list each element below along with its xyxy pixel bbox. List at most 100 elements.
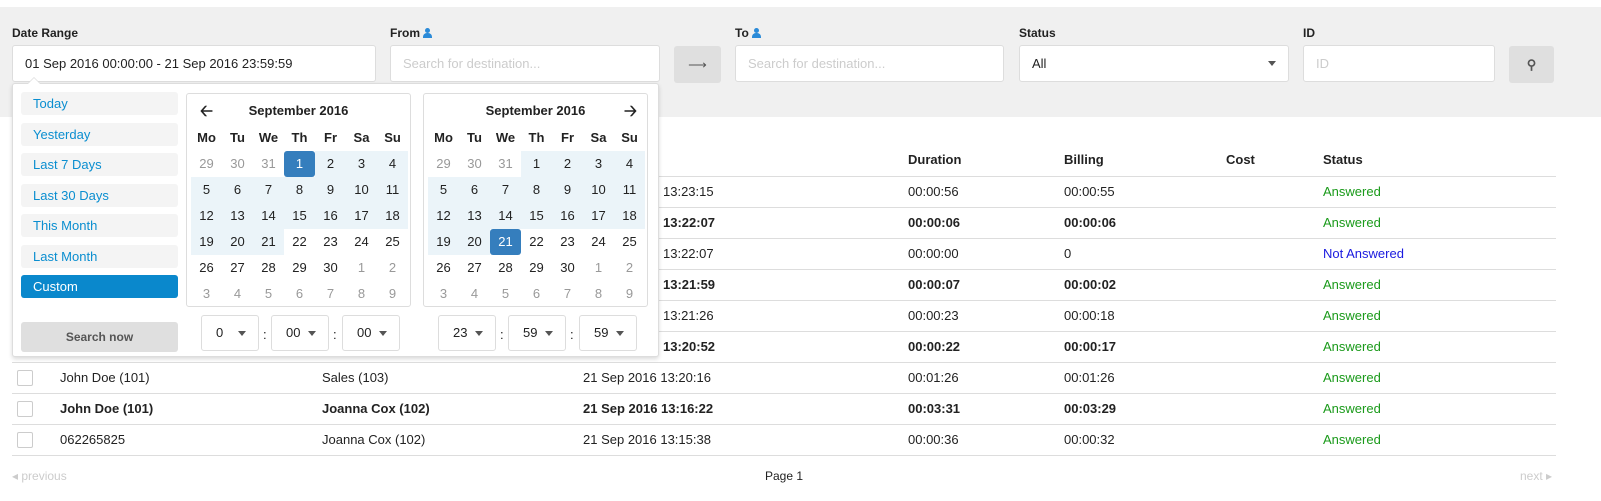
calendar-day[interactable]: 24 <box>583 229 614 255</box>
calendar-day[interactable]: 9 <box>377 281 408 307</box>
status-select[interactable]: All <box>1019 45 1289 82</box>
range-last-30-days[interactable]: Last 30 Days <box>21 183 178 207</box>
calendar-day[interactable]: 2 <box>377 255 408 281</box>
calendar-day[interactable]: 30 <box>552 255 583 281</box>
calendar-day[interactable]: 17 <box>583 203 614 229</box>
calendar-day[interactable]: 13 <box>222 203 253 229</box>
calendar-day[interactable]: 4 <box>377 151 408 177</box>
range-today[interactable]: Today <box>21 92 178 115</box>
calendar-day[interactable]: 11 <box>377 177 408 203</box>
calendar-day[interactable]: 19 <box>191 229 222 255</box>
calendar-day[interactable]: 18 <box>377 203 408 229</box>
calendar-day[interactable]: 3 <box>428 281 459 307</box>
calendar-day[interactable]: 22 <box>284 229 315 255</box>
header-duration[interactable]: Duration <box>908 143 1064 177</box>
calendar-day[interactable]: 29 <box>521 255 552 281</box>
row-checkbox[interactable] <box>17 369 33 386</box>
calendar-day[interactable]: 6 <box>222 177 253 203</box>
calendar-day[interactable]: 27 <box>459 255 490 281</box>
calendar-day[interactable]: 8 <box>583 281 614 307</box>
calendar-day[interactable]: 30 <box>315 255 346 281</box>
id-input[interactable]: ID <box>1303 45 1495 82</box>
calendar-day[interactable]: 21 <box>253 229 284 255</box>
calendar-day[interactable]: 25 <box>614 229 645 255</box>
table-row[interactable]: John Doe (101) Sales (103) 21 Sep 2016 1… <box>12 362 1556 394</box>
end-hour-select[interactable]: 23 <box>438 315 496 351</box>
calendar-day[interactable]: 20 <box>222 229 253 255</box>
calendar-day[interactable]: 2 <box>315 151 346 177</box>
calendar-day[interactable]: 3 <box>583 151 614 177</box>
calendar-day[interactable]: 18 <box>614 203 645 229</box>
calendar-day[interactable]: 1 <box>346 255 377 281</box>
calendar-day[interactable]: 3 <box>191 281 222 307</box>
calendar-day[interactable]: 2 <box>552 151 583 177</box>
header-cost[interactable]: Cost <box>1226 143 1323 177</box>
search-now-button[interactable]: Search now <box>21 322 178 352</box>
calendar-day[interactable]: 5 <box>191 177 222 203</box>
to-input[interactable]: Search for destination... <box>735 45 1004 82</box>
calendar-day[interactable]: 16 <box>552 203 583 229</box>
calendar-day[interactable]: 7 <box>490 177 521 203</box>
table-row[interactable]: 062265825 Joanna Cox (102) 21 Sep 2016 1… <box>12 424 1556 456</box>
calendar-day[interactable]: 7 <box>315 281 346 307</box>
calendar-day[interactable]: 20 <box>459 229 490 255</box>
calendar-day[interactable]: 6 <box>459 177 490 203</box>
calendar-day[interactable]: 12 <box>191 203 222 229</box>
calendar-day[interactable]: 14 <box>253 203 284 229</box>
search-button[interactable]: ⚲ <box>1509 46 1554 83</box>
calendar-day[interactable]: 28 <box>490 255 521 281</box>
row-checkbox[interactable] <box>17 431 33 448</box>
range-custom[interactable]: Custom <box>21 275 178 298</box>
header-billing[interactable]: Billing <box>1064 143 1226 177</box>
calendar-day[interactable]: 7 <box>253 177 284 203</box>
calendar-day[interactable]: 23 <box>552 229 583 255</box>
calendar-day[interactable]: 27 <box>222 255 253 281</box>
calendar-day[interactable]: 6 <box>521 281 552 307</box>
calendar-day[interactable]: 13 <box>459 203 490 229</box>
start-hour-select[interactable]: 0 <box>201 315 259 351</box>
calendar-day[interactable]: 29 <box>284 255 315 281</box>
calendar-day[interactable]: 1 <box>521 151 552 177</box>
calendar-day[interactable]: 17 <box>346 203 377 229</box>
table-row[interactable]: John Doe (101) Joanna Cox (102) 21 Sep 2… <box>12 393 1556 425</box>
calendar-day[interactable]: 15 <box>521 203 552 229</box>
date-range-input[interactable]: 01 Sep 2016 00:00:00 - 21 Sep 2016 23:59… <box>12 45 376 82</box>
calendar-day[interactable]: 16 <box>315 203 346 229</box>
calendar-day[interactable]: 5 <box>428 177 459 203</box>
calendar-day[interactable]: 5 <box>490 281 521 307</box>
calendar-day[interactable]: 9 <box>552 177 583 203</box>
calendar-day[interactable]: 8 <box>284 177 315 203</box>
calendar-day[interactable]: 1 <box>583 255 614 281</box>
calendar-day[interactable]: 12 <box>428 203 459 229</box>
calendar-day[interactable]: 4 <box>222 281 253 307</box>
calendar-day[interactable]: 3 <box>346 151 377 177</box>
calendar-day[interactable]: 8 <box>521 177 552 203</box>
calendar-day[interactable]: 7 <box>552 281 583 307</box>
calendar-day[interactable]: 4 <box>614 151 645 177</box>
calendar-day[interactable]: 9 <box>614 281 645 307</box>
calendar-day[interactable]: 31 <box>253 151 284 177</box>
calendar-day[interactable]: 1 <box>284 151 315 177</box>
calendar-day[interactable]: 22 <box>521 229 552 255</box>
row-checkbox[interactable] <box>17 400 33 417</box>
end-minute-select[interactable]: 59 <box>508 315 566 351</box>
start-minute-select[interactable]: 00 <box>271 315 329 351</box>
calendar-day[interactable]: 21 <box>490 229 521 255</box>
calendar-day[interactable]: 10 <box>583 177 614 203</box>
from-input[interactable]: Search for destination... <box>390 45 660 82</box>
calendar-day[interactable]: 25 <box>377 229 408 255</box>
calendar-day[interactable]: 15 <box>284 203 315 229</box>
calendar-day[interactable]: 26 <box>191 255 222 281</box>
calendar-day[interactable]: 14 <box>490 203 521 229</box>
calendar-day[interactable]: 30 <box>459 151 490 177</box>
swap-button[interactable]: ⟶ <box>674 46 721 83</box>
calendar-day[interactable]: 30 <box>222 151 253 177</box>
calendar-day[interactable]: 24 <box>346 229 377 255</box>
calendar-day[interactable]: 6 <box>284 281 315 307</box>
range-yesterday[interactable]: Yesterday <box>21 122 178 146</box>
calendar-day[interactable]: 9 <box>315 177 346 203</box>
next-link[interactable]: next ▸ <box>1520 469 1552 483</box>
calendar-day[interactable]: 2 <box>614 255 645 281</box>
previous-link[interactable]: ◂ previous <box>12 469 67 483</box>
calendar-day[interactable]: 29 <box>191 151 222 177</box>
